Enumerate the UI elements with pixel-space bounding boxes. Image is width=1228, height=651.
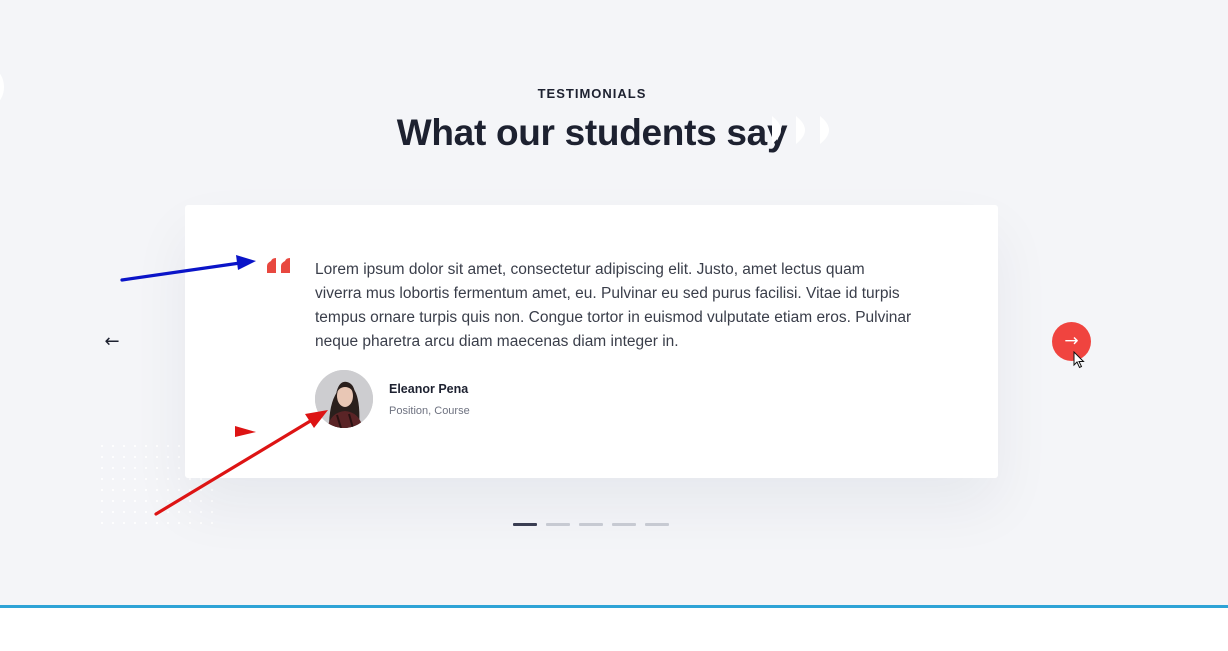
- section-eyebrow: TESTIMONIALS: [537, 86, 647, 101]
- next-button[interactable]: →: [1052, 322, 1091, 361]
- pagination-dot[interactable]: [546, 523, 570, 526]
- author-role: Position, Course: [389, 405, 470, 417]
- testimonials-section: TESTIMONIALS What our students say Lorem…: [0, 0, 1228, 605]
- author-name: Eleanor Pena: [389, 382, 469, 396]
- avatar-image: [315, 370, 373, 428]
- cursor-icon: [1073, 351, 1085, 369]
- carousel-pagination: [513, 523, 669, 526]
- pagination-dot[interactable]: [513, 523, 537, 526]
- section-divider: [0, 605, 1228, 608]
- decorative-quotes-icon: [772, 116, 829, 144]
- quote-icon: [267, 258, 290, 273]
- pagination-dot[interactable]: [579, 523, 603, 526]
- avatar: [315, 370, 373, 428]
- pagination-dot[interactable]: [645, 523, 669, 526]
- section-title: What our students say: [396, 112, 788, 153]
- testimonial-card: Lorem ipsum dolor sit amet, consectetur …: [185, 205, 998, 478]
- arrow-left-icon: ←: [104, 331, 120, 352]
- arrow-right-icon: →: [1064, 331, 1079, 351]
- prev-button[interactable]: ←: [100, 330, 124, 354]
- testimonial-text: Lorem ipsum dolor sit amet, consectetur …: [315, 261, 912, 350]
- pagination-dot[interactable]: [612, 523, 636, 526]
